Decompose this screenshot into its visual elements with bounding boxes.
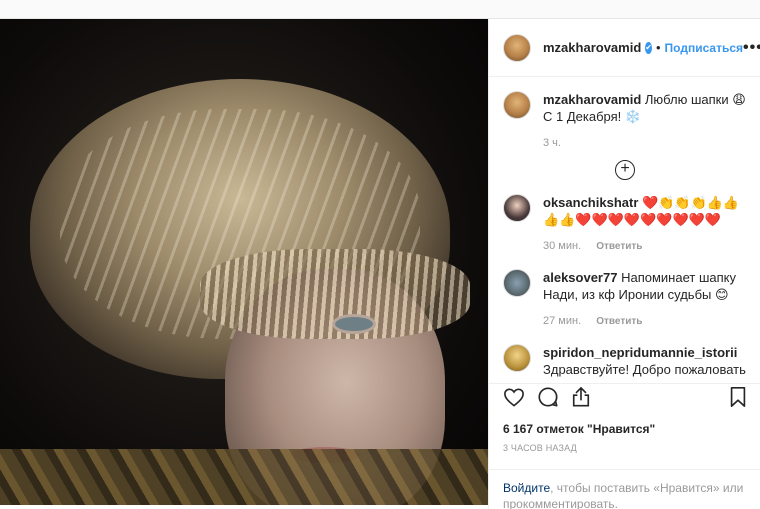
- heart-icon[interactable]: [503, 387, 525, 407]
- post-actions: [489, 383, 760, 409]
- login-prompt: Войдите, чтобы поставить «Нравится» или …: [489, 469, 760, 509]
- photo-coat: [0, 449, 488, 505]
- photo-eye: [335, 317, 373, 331]
- caption-time[interactable]: 3 ч.: [543, 135, 747, 152]
- comment-avatar[interactable]: [503, 269, 531, 297]
- comments-list[interactable]: mzakharovamid Люблю шапки 😩 С 1 Декабря!…: [489, 77, 760, 383]
- bookmark-icon[interactable]: [729, 386, 747, 408]
- login-link[interactable]: Войдите: [503, 481, 550, 495]
- post-photo[interactable]: [0, 19, 488, 505]
- follow-separator: •: [655, 40, 661, 55]
- post-header: mzakharovamid ✔ • Подписаться •••: [489, 19, 760, 77]
- comment-time[interactable]: 27 мин.: [543, 315, 581, 327]
- comment-username[interactable]: aleksover77: [543, 270, 617, 285]
- share-icon[interactable]: [571, 386, 591, 408]
- comment-username[interactable]: oksanchikshatr: [543, 195, 638, 210]
- verified-badge-icon: ✔: [645, 41, 652, 54]
- comment-item: aleksover77 Напоминает шапку Нади, из кф…: [503, 269, 747, 330]
- reply-button[interactable]: Ответить: [596, 241, 642, 252]
- comment-item: spiridon_nepridumannie_istorii Здравству…: [503, 344, 747, 383]
- comment-avatar[interactable]: [503, 344, 531, 372]
- caption: mzakharovamid Люблю шапки 😩 С 1 Декабря!…: [503, 91, 747, 152]
- caption-avatar[interactable]: [503, 91, 531, 119]
- author-username[interactable]: mzakharovamid: [543, 40, 641, 55]
- comment-time[interactable]: 30 мин.: [543, 240, 581, 252]
- comment-icon[interactable]: [537, 386, 559, 408]
- author-avatar[interactable]: [503, 33, 531, 62]
- post-timestamp[interactable]: 3 ЧАСОВ НАЗАД: [503, 443, 577, 453]
- follow-button[interactable]: Подписаться: [665, 41, 743, 55]
- comment-text: Здравствуйте! Добро пожаловать на: [543, 362, 746, 383]
- plus-circle-icon[interactable]: +: [615, 160, 635, 180]
- comment-username[interactable]: spiridon_nepridumannie_istorii: [543, 345, 737, 360]
- reply-button[interactable]: Ответить: [596, 316, 642, 327]
- comment-item: oksanchikshatr ❤️👏👏👏👍👍👍👍❤️❤️❤️❤️❤️❤️❤️❤️…: [503, 194, 747, 255]
- load-more-comments[interactable]: +: [503, 160, 747, 180]
- post-sidebar: mzakharovamid ✔ • Подписаться ••• mzakha…: [488, 19, 760, 509]
- caption-username[interactable]: mzakharovamid: [543, 92, 641, 107]
- more-options-icon[interactable]: •••: [743, 39, 760, 57]
- likes-count[interactable]: 6 167 отметок "Нравится": [503, 422, 655, 436]
- post-card: mzakharovamid ✔ • Подписаться ••• mzakha…: [0, 18, 760, 509]
- comment-avatar[interactable]: [503, 194, 531, 222]
